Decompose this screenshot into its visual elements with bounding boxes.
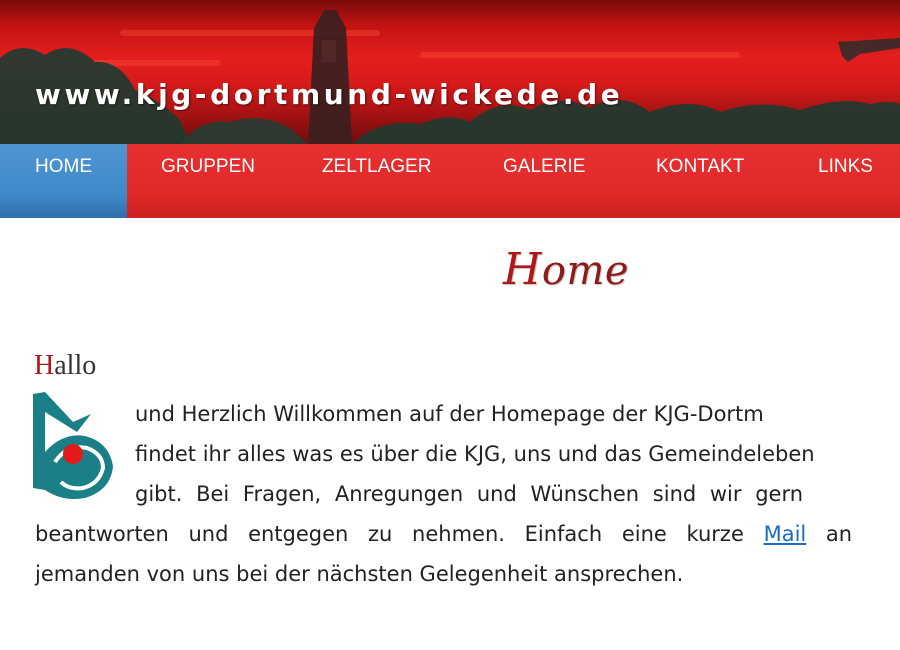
nav-item-zeltlager[interactable]: ZELTLAGER	[322, 144, 431, 218]
skyline-silhouette	[0, 10, 900, 144]
site-title: www.kjg-dortmund-wickede.de	[35, 78, 624, 111]
nav-item-label: KONTAKT	[656, 156, 745, 177]
nav-item-label: HOME	[35, 156, 92, 177]
kjg-logo	[33, 392, 113, 499]
intro-text: jemanden von uns bei der nächsten Gelege…	[35, 562, 684, 586]
nav-item-home[interactable]: HOME	[0, 144, 127, 218]
page-title-initial: H	[503, 244, 542, 295]
nav-item-gruppen[interactable]: GRUPPEN	[161, 144, 255, 218]
greeting-heading: Hallo	[34, 350, 96, 382]
header-banner: www.kjg-dortmund-wickede.de	[0, 0, 900, 144]
nav-item-links[interactable]: LINKS	[818, 144, 873, 218]
intro-text-line-5: jemanden von uns bei der nächsten Gelege…	[35, 562, 683, 586]
mail-link[interactable]: Mail	[764, 522, 807, 546]
intro-text-line-1: und Herzlich Willkommen auf der Homepage…	[135, 402, 900, 426]
intro-text: an	[825, 522, 853, 546]
intro-text-line-3: gibt. Bei Fragen, Anregungen und Wünsche…	[135, 482, 900, 506]
intro-text: findet ihr alles was es über die KJG, un…	[135, 442, 815, 466]
nav-item-label: GALERIE	[503, 156, 586, 177]
nav-item-label: ZELTLAGER	[322, 156, 432, 177]
intro-text-line-2: findet ihr alles was es über die KJG, un…	[135, 442, 815, 466]
intro-text: gibt. Bei Fragen, Anregungen und Wünsche…	[135, 482, 804, 506]
nav-item-kontakt[interactable]: KONTAKT	[656, 144, 744, 218]
intro-text-line-4: beantworten und entgegen zu nehmen. Einf…	[35, 522, 900, 546]
intro-text: und Herzlich Willkommen auf der Homepage…	[135, 402, 764, 426]
page-title-rest: ome	[541, 248, 630, 294]
nav-item-galerie[interactable]: GALERIE	[503, 144, 585, 218]
nav-item-label: LINKS	[818, 156, 873, 177]
greeting-rest: allo	[54, 350, 97, 381]
page-title: Home	[503, 244, 629, 295]
greeting-initial: H	[34, 350, 55, 381]
intro-text: beantworten und entgegen zu nehmen. Einf…	[35, 522, 744, 546]
main-navigation: HOME GRUPPEN ZELTLAGER GALERIE KONTAKT L…	[0, 144, 900, 218]
nav-item-label: GRUPPEN	[161, 156, 255, 177]
